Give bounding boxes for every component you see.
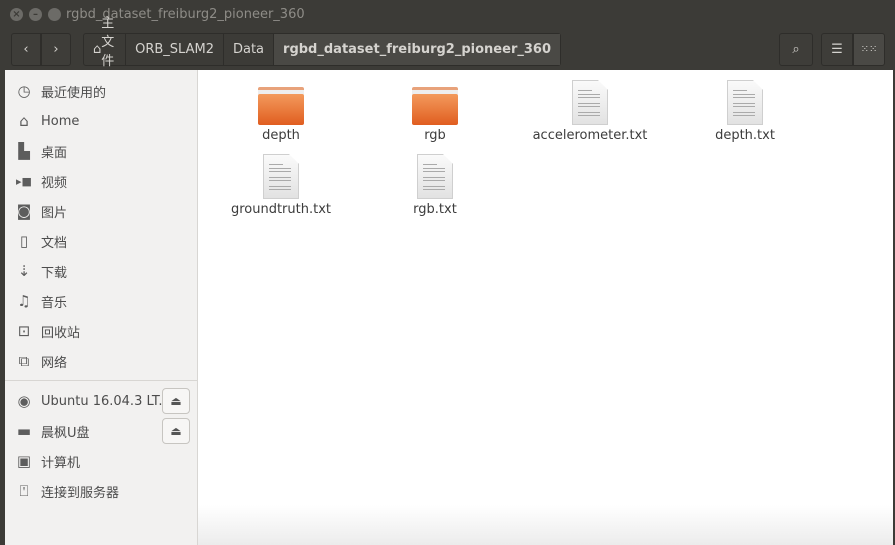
file-item-text[interactable]: depth.txt: [680, 80, 810, 143]
sidebar: ◷ 最近使用的 ⌂ Home ▙ 桌面 ▸■ 视频 ◙ 图片 ▯ 文档 ⇣ 下载 ♫ 音乐 ⊡ 回…: [5, 70, 198, 545]
text-file-icon: [417, 154, 453, 199]
document-icon: ▯: [19, 232, 29, 250]
folder-icon: [258, 87, 304, 125]
search-button[interactable]: ⌕: [779, 33, 813, 66]
sidebar-item-pictures[interactable]: ◙ 图片: [5, 197, 198, 225]
grid-view-button[interactable]: ⁙⁙: [853, 33, 885, 66]
disc-icon: ◉: [17, 392, 31, 410]
title-bar: × – rgbd_dataset_freiburg2_pioneer_360: [0, 0, 895, 30]
folder-icon: ▙: [18, 142, 30, 160]
server-icon: ⍞: [19, 482, 29, 500]
eject-button-usb[interactable]: ⏏: [162, 418, 190, 444]
list-view-button[interactable]: ☰: [821, 33, 853, 66]
close-window-button[interactable]: ×: [10, 8, 23, 21]
drive-icon: ▬: [16, 422, 32, 440]
eject-button-ubuntu[interactable]: ⏏: [162, 388, 190, 414]
minimize-window-button[interactable]: –: [29, 8, 42, 21]
folder-icon: [412, 87, 458, 125]
maximize-window-button[interactable]: [48, 8, 61, 21]
text-file-icon: [572, 80, 608, 125]
file-view: depth rgb accelerometer.txt depth.txt gr…: [198, 70, 893, 545]
computer-icon: ▣: [16, 452, 32, 470]
sidebar-item-videos[interactable]: ▸■ 视频: [5, 167, 198, 195]
eject-icon: ⏏: [170, 394, 182, 408]
sidebar-item-network[interactable]: ⧉ 网络: [5, 347, 198, 375]
camera-icon: ◙: [16, 202, 32, 220]
home-icon: ⌂: [19, 112, 29, 130]
breadcrumb-home[interactable]: ⌂主文件夹: [84, 16, 125, 88]
back-button[interactable]: ‹: [11, 33, 41, 66]
search-icon: ⌕: [792, 42, 800, 57]
network-icon: ⧉: [18, 352, 30, 370]
grid-icon: ⁙⁙: [860, 44, 878, 55]
sidebar-item-computer[interactable]: ▣ 计算机: [5, 447, 198, 475]
sidebar-item-recent[interactable]: ◷ 最近使用的: [5, 77, 198, 105]
breadcrumb-data[interactable]: Data: [222, 33, 273, 66]
file-item-folder[interactable]: depth: [216, 87, 346, 143]
text-file-icon: [263, 154, 299, 199]
sidebar-item-music[interactable]: ♫ 音乐: [5, 287, 198, 315]
bottom-shadow: [198, 505, 893, 545]
sidebar-item-trash[interactable]: ⊡ 回收站: [5, 317, 198, 345]
sidebar-item-home[interactable]: ⌂ Home: [5, 107, 198, 135]
trash-icon: ⊡: [17, 322, 31, 340]
music-icon: ♫: [17, 292, 31, 310]
file-item-text[interactable]: groundtruth.txt: [216, 154, 346, 217]
eject-icon: ⏏: [170, 424, 182, 438]
file-item-text[interactable]: accelerometer.txt: [525, 80, 655, 143]
toolbar: ‹ › ⌂主文件夹 ORB_SLAM2 Data rgbd_dataset_fr…: [0, 16, 895, 88]
breadcrumb: ⌂主文件夹 ORB_SLAM2 Data rgbd_dataset_freibu…: [83, 16, 561, 88]
video-icon: ▸■: [16, 174, 32, 188]
sidebar-item-desktop[interactable]: ▙ 桌面: [5, 137, 198, 165]
sidebar-divider: [5, 380, 198, 381]
clock-icon: ◷: [17, 82, 31, 100]
download-icon: ⇣: [17, 262, 31, 280]
forward-button[interactable]: ›: [41, 33, 71, 66]
sidebar-item-downloads[interactable]: ⇣ 下载: [5, 257, 198, 285]
file-item-text[interactable]: rgb.txt: [370, 154, 500, 217]
chevron-right-icon: ›: [53, 42, 59, 57]
home-icon: ⌂: [93, 42, 102, 57]
sidebar-item-connect-server[interactable]: ⍞ 连接到服务器: [5, 477, 198, 505]
breadcrumb-orb-slam2[interactable]: ORB_SLAM2: [125, 33, 223, 66]
list-icon: ☰: [831, 42, 843, 57]
file-item-folder[interactable]: rgb: [370, 87, 500, 143]
breadcrumb-current[interactable]: rgbd_dataset_freiburg2_pioneer_360: [273, 34, 560, 65]
chevron-left-icon: ‹: [23, 42, 29, 57]
text-file-icon: [727, 80, 763, 125]
sidebar-item-documents[interactable]: ▯ 文档: [5, 227, 198, 255]
